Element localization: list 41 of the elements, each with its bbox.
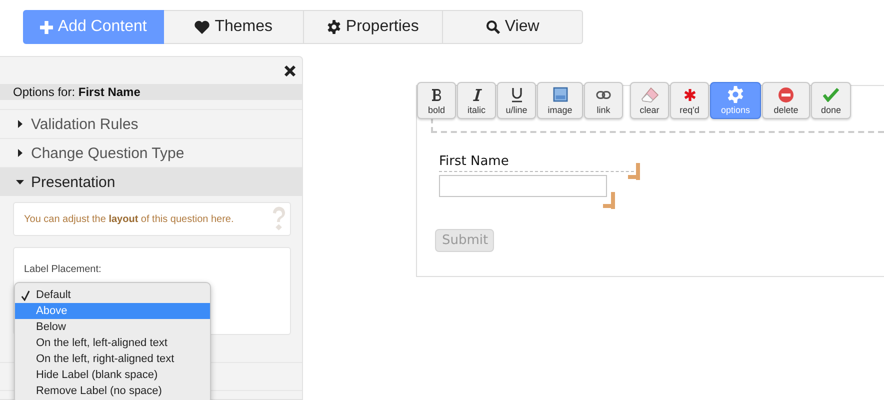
- hint-text: You can adjust the layout of this question here.: [24, 214, 234, 224]
- minus-circle-icon: [778, 86, 794, 103]
- toolbar-button[interactable]: req'd: [670, 82, 709, 119]
- menu-item[interactable]: Default: [15, 287, 210, 303]
- toolbar-button[interactable]: u/line: [497, 82, 536, 119]
- bold-icon: [430, 86, 444, 103]
- menu-item[interactable]: On the left, right-aligned text: [15, 351, 210, 367]
- toolbar-button[interactable]: clear: [630, 82, 669, 119]
- question-mark-icon: [271, 206, 287, 232]
- toolbar-button[interactable]: delete: [762, 82, 810, 119]
- toolbar-button[interactable]: image: [537, 82, 583, 119]
- toolbar-button[interactable]: done: [811, 82, 851, 119]
- plus-icon: [40, 20, 53, 34]
- setting-label: Label Placement:: [24, 264, 102, 275]
- caret-icon: [16, 178, 24, 186]
- tab[interactable]: View: [443, 10, 583, 44]
- asterisk-icon: [682, 86, 696, 103]
- toolbar-button[interactable]: bold: [417, 82, 456, 119]
- caret-icon: [16, 149, 24, 157]
- gear-icon: [727, 86, 744, 103]
- eraser-icon: [640, 86, 658, 103]
- caret-icon: [16, 120, 24, 128]
- menu-item[interactable]: Below: [15, 319, 210, 335]
- menu-item[interactable]: Hide Label (blank space): [15, 367, 210, 383]
- underline-icon: [510, 86, 524, 103]
- tab[interactable]: Themes: [164, 10, 304, 44]
- section-header[interactable]: Validation Rules: [0, 109, 302, 138]
- image-icon: [552, 86, 568, 103]
- close-icon[interactable]: [284, 64, 296, 76]
- search-icon: [486, 20, 500, 34]
- panel-title: Options for: First Name: [0, 84, 302, 100]
- menu-item[interactable]: On the left, left-aligned text: [15, 335, 210, 351]
- section-header[interactable]: Presentation: [0, 167, 302, 196]
- check-icon: [823, 86, 839, 103]
- gear-icon: [326, 20, 341, 34]
- input-field[interactable]: [439, 175, 607, 197]
- menu-item[interactable]: Remove Label (no space): [15, 383, 210, 399]
- tab[interactable]: Properties: [304, 10, 444, 44]
- heart-icon: [194, 20, 210, 34]
- toolbar-button[interactable]: link: [584, 82, 623, 119]
- toolbar-button[interactable]: italic: [457, 82, 496, 119]
